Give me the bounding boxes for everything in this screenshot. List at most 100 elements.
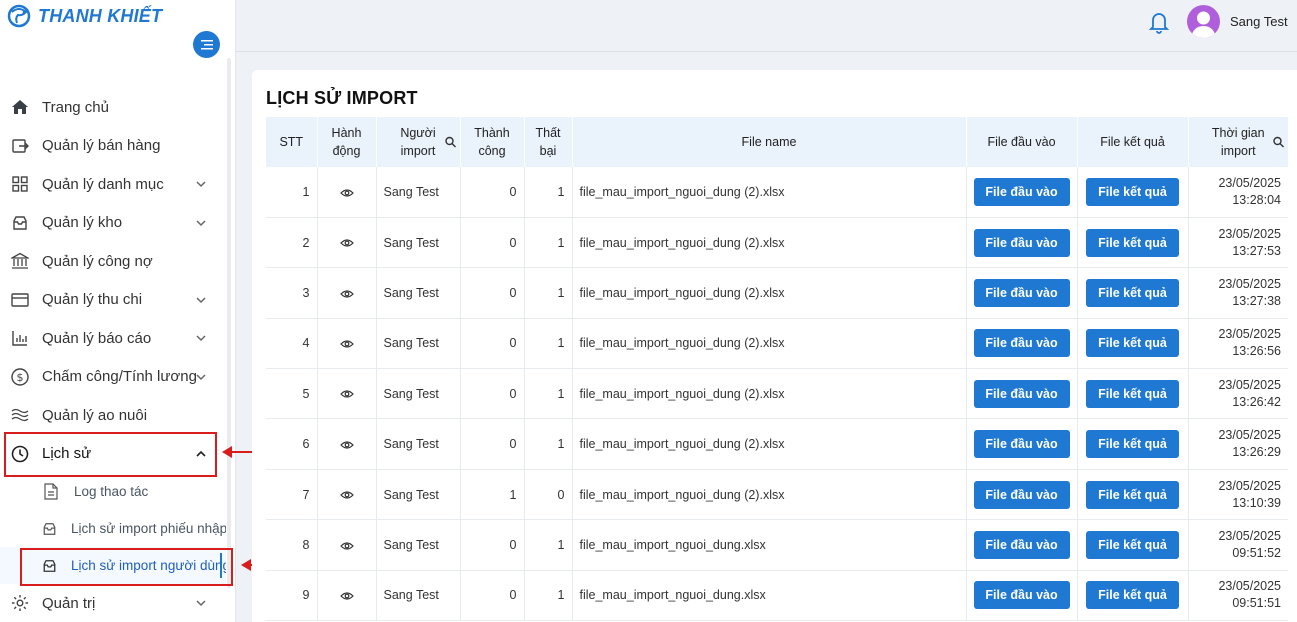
col-header-result-file: File kết quả: [1077, 117, 1189, 167]
svg-text:$: $: [17, 371, 24, 384]
eye-icon[interactable]: [339, 389, 354, 399]
cell-file-name: file_mau_import_nguoi_dung (2).xlsx: [572, 167, 967, 218]
input-file-button[interactable]: File đầu vào: [973, 581, 1070, 610]
result-file-button[interactable]: File kết quả: [1086, 329, 1179, 358]
search-icon[interactable]: [1273, 136, 1284, 148]
avatar[interactable]: [1187, 5, 1220, 38]
search-icon[interactable]: [444, 136, 456, 148]
cell-result-file: File kết quả: [1077, 167, 1189, 218]
sidebar-item-admin[interactable]: Quản trị: [0, 584, 226, 622]
cell-fail: 1: [524, 519, 573, 571]
chevron-up-icon: [196, 450, 206, 457]
sidebar-item-label: Chấm công/Tính lương: [42, 368, 197, 386]
sidebar-subitem-receipt-import-history[interactable]: Lịch sử import phiếu nhập: [0, 510, 226, 547]
cell-user: Sang Test: [376, 570, 461, 622]
import-clock-time: 13:28:04: [1232, 192, 1281, 207]
cell-user: Sang Test: [376, 318, 461, 370]
sidebar-item-history[interactable]: Lịch sử: [0, 435, 226, 474]
eye-icon[interactable]: [339, 490, 354, 500]
sidebar-subitem-action-log[interactable]: Log thao tác: [0, 473, 226, 510]
col-header-fail: Thất bại: [524, 117, 573, 167]
chevron-down-icon: [196, 374, 206, 380]
shrimp-logo-icon: [7, 4, 31, 28]
sidebar-item-reports[interactable]: Quản lý báo cáo: [0, 319, 226, 358]
result-file-button[interactable]: File kết quả: [1086, 379, 1179, 408]
eye-icon[interactable]: [339, 440, 354, 450]
sidebar-item-home[interactable]: Trang chủ: [0, 88, 226, 127]
table-row: 7 Sang Test 1 0 file_mau_import_nguoi_dung (…: [266, 469, 1288, 521]
cell-file-name: file_mau_import_nguoi_dung (2).xlsx: [572, 267, 967, 319]
sidebar-item-debt[interactable]: Quản lý công nợ: [0, 242, 226, 281]
result-file-button[interactable]: File kết quả: [1086, 581, 1179, 610]
sidebar-item-categories[interactable]: Quản lý danh mục: [0, 165, 226, 204]
input-file-button[interactable]: File đầu vào: [973, 480, 1070, 509]
cell-user: Sang Test: [376, 519, 461, 571]
input-file-button[interactable]: File đầu vào: [973, 329, 1070, 358]
import-date: 23/05/2025: [1218, 528, 1281, 543]
eye-icon[interactable]: [339, 238, 354, 248]
sidebar-item-label: Quản lý công nợ: [42, 252, 153, 270]
import-clock-time: 13:10:39: [1232, 495, 1281, 510]
input-file-button[interactable]: File đầu vào: [973, 228, 1070, 257]
sidebar-item-payroll[interactable]: $ Chấm công/Tính lương: [0, 358, 226, 397]
result-file-button[interactable]: File kết quả: [1086, 278, 1179, 307]
table-row: 8 Sang Test 0 1 file_mau_import_nguoi_dung.x…: [266, 519, 1288, 571]
sidebar-item-warehouse[interactable]: Quản lý kho: [0, 204, 226, 243]
table-row: 6 Sang Test 0 1 file_mau_import_nguoi_dung (…: [266, 418, 1288, 470]
eye-icon[interactable]: [339, 339, 354, 349]
result-file-button[interactable]: File kết quả: [1086, 530, 1179, 559]
chevron-down-icon: [196, 297, 206, 303]
result-file-button[interactable]: File kết quả: [1086, 430, 1179, 459]
chevron-down-icon: [196, 181, 206, 188]
waves-icon: [10, 405, 30, 425]
eye-icon[interactable]: [339, 541, 354, 551]
chevron-down-icon: [196, 600, 206, 607]
col-header-input-file: File đầu vào: [966, 117, 1078, 167]
cell-import-time: 23/05/2025 13:27:53: [1188, 217, 1288, 269]
cell-result-file: File kết quả: [1077, 217, 1189, 269]
inbox-icon: [10, 213, 30, 233]
cell-input-file: File đầu vào: [966, 418, 1078, 470]
brand-logo[interactable]: THANH KHIẾT: [6, 4, 162, 28]
eye-icon[interactable]: [339, 289, 354, 299]
table-row: 9 Sang Test 0 1 file_mau_import_nguoi_dung.x…: [266, 570, 1288, 622]
bell-icon[interactable]: [1148, 10, 1170, 34]
sidebar-item-income-expense[interactable]: Quản lý thu chi: [0, 281, 226, 320]
cell-file-name: file_mau_import_nguoi_dung.xlsx: [572, 519, 967, 571]
sales-icon: [10, 136, 30, 156]
sidebar-item-sales[interactable]: Quản lý bán hàng: [0, 127, 226, 166]
input-file-button[interactable]: File đầu vào: [973, 430, 1070, 459]
sidebar-scrollbar[interactable]: [227, 58, 231, 588]
result-file-button[interactable]: File kết quả: [1086, 228, 1179, 257]
table-row: 1 Sang Test 0 1 file_mau_import_nguoi_dung (…: [266, 167, 1288, 218]
input-file-button[interactable]: File đầu vào: [973, 379, 1070, 408]
inbox-icon: [42, 520, 57, 538]
result-file-button[interactable]: File kết quả: [1086, 480, 1179, 509]
eye-icon[interactable]: [339, 188, 354, 198]
cell-input-file: File đầu vào: [966, 318, 1078, 370]
eye-icon[interactable]: [339, 591, 354, 601]
result-file-button[interactable]: File kết quả: [1086, 177, 1179, 206]
cell-file-name: file_mau_import_nguoi_dung.xlsx: [572, 570, 967, 622]
cell-success: 0: [460, 519, 525, 571]
input-file-button[interactable]: File đầu vào: [973, 530, 1070, 559]
cell-action: [317, 267, 377, 319]
cell-result-file: File kết quả: [1077, 519, 1189, 571]
import-date: 23/05/2025: [1218, 226, 1281, 241]
sidebar-item-ponds[interactable]: Quản lý ao nuôi: [0, 396, 226, 435]
cell-import-time: 23/05/2025 13:26:56: [1188, 318, 1288, 370]
collapse-sidebar-button[interactable]: [193, 31, 220, 58]
cell-file-name: file_mau_import_nguoi_dung (2).xlsx: [572, 418, 967, 470]
input-file-button[interactable]: File đầu vào: [973, 177, 1070, 206]
sidebar-subitem-label: Lịch sử import người dùng: [71, 558, 226, 573]
import-date: 23/05/2025: [1218, 175, 1281, 190]
col-header-stt: STT: [266, 117, 318, 167]
sidebar-subitem-user-import-history[interactable]: Lịch sử import người dùng: [0, 547, 226, 584]
user-name[interactable]: Sang Test: [1230, 14, 1288, 29]
sidebar-item-label: Quản lý danh mục: [42, 175, 164, 193]
cell-success: 0: [460, 570, 525, 622]
input-file-button[interactable]: File đầu vào: [973, 278, 1070, 307]
cell-action: [317, 318, 377, 370]
import-clock-time: 09:51:51: [1232, 596, 1281, 611]
import-date: 23/05/2025: [1218, 377, 1281, 392]
